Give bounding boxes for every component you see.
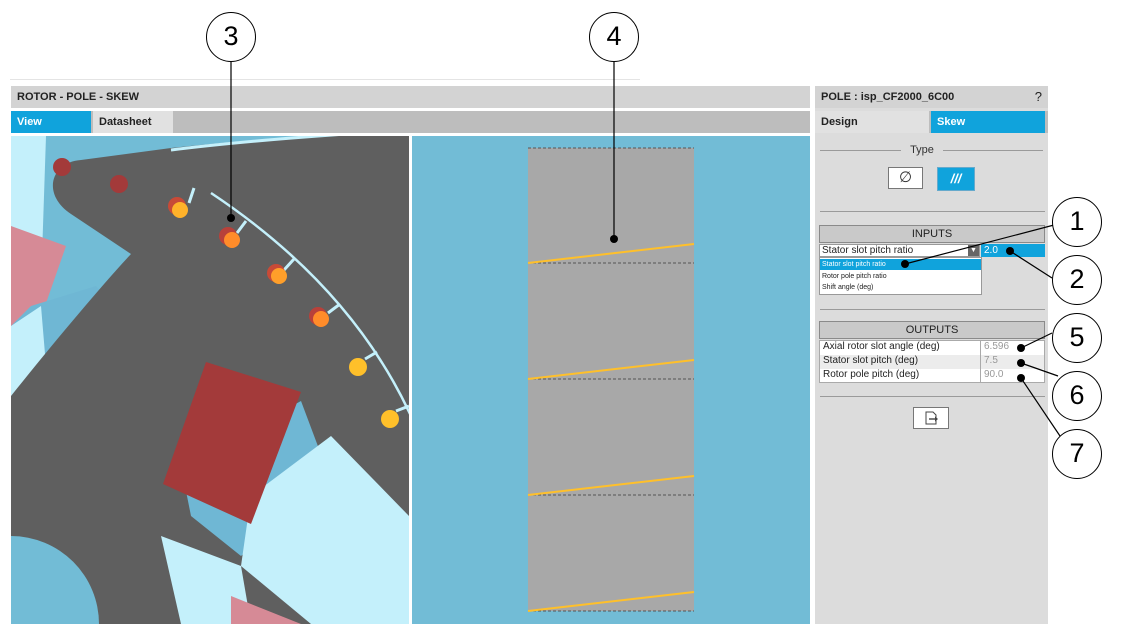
callout-1: 1 (1052, 197, 1102, 247)
callout-7: 7 (1052, 429, 1102, 479)
callout-leaders (227, 55, 1061, 437)
callout-4: 4 (589, 12, 639, 62)
callout-5: 5 (1052, 313, 1102, 363)
callout-3: 3 (206, 12, 256, 62)
callout-2: 2 (1052, 255, 1102, 305)
callout-6: 6 (1052, 371, 1102, 421)
